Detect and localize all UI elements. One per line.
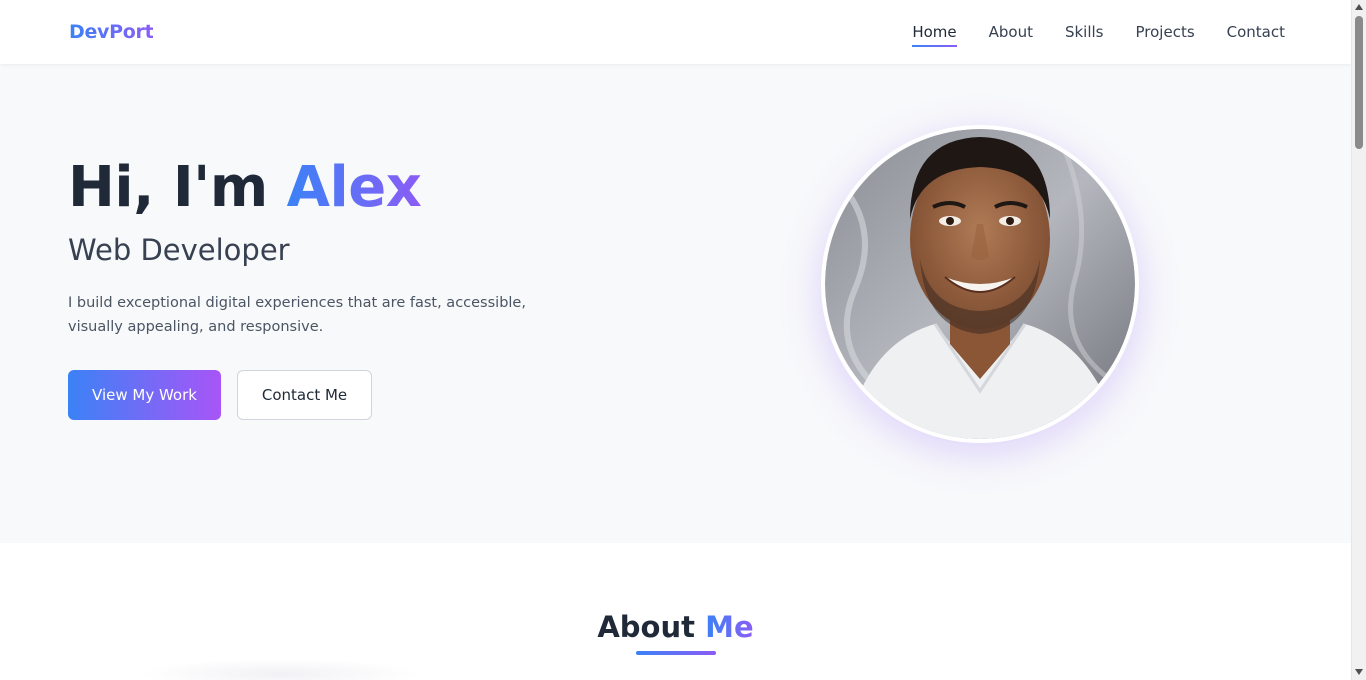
main-nav: Home About Skills Projects Contact: [880, 0, 1285, 64]
about-section: About Me: [0, 543, 1351, 680]
nav-link-about[interactable]: About: [989, 22, 1033, 42]
about-title-highlight: Me: [705, 610, 754, 644]
scroll-down-arrow-icon[interactable]: [1355, 669, 1363, 675]
hero-subtitle: Web Developer: [68, 233, 290, 267]
scroll-up-arrow-icon[interactable]: [1355, 4, 1363, 10]
hero-description: I build exceptional digital experiences …: [68, 295, 526, 335]
nav-link-contact[interactable]: Contact: [1227, 22, 1285, 42]
profile-photo: [821, 125, 1139, 443]
hero-title: Hi, I'm Alex: [68, 155, 422, 220]
hero-name: Alex: [286, 155, 422, 220]
scrollbar-thumb[interactable]: [1355, 16, 1363, 149]
about-title-main: About: [597, 610, 706, 644]
nav-link-skills[interactable]: Skills: [1065, 22, 1104, 42]
nav-link-home[interactable]: Home: [912, 22, 957, 47]
view-my-work-button[interactable]: View My Work: [68, 370, 221, 420]
navbar: DevPort Home About Skills Projects Conta…: [0, 0, 1351, 64]
hero-section: Hi, I'm Alex Web Developer I build excep…: [0, 64, 1351, 543]
about-title: About Me: [0, 607, 1351, 647]
contact-me-button[interactable]: Contact Me: [237, 370, 372, 420]
nav-link-projects[interactable]: Projects: [1136, 22, 1195, 42]
hero-greeting: Hi, I'm: [68, 155, 287, 220]
about-card-shadow: [140, 659, 420, 680]
vertical-scrollbar[interactable]: [1351, 0, 1366, 680]
about-title-underline: [636, 651, 716, 655]
profile-photo-image: [825, 129, 1135, 439]
logo[interactable]: DevPort: [69, 21, 154, 43]
page: DevPort Home About Skills Projects Conta…: [0, 0, 1351, 680]
